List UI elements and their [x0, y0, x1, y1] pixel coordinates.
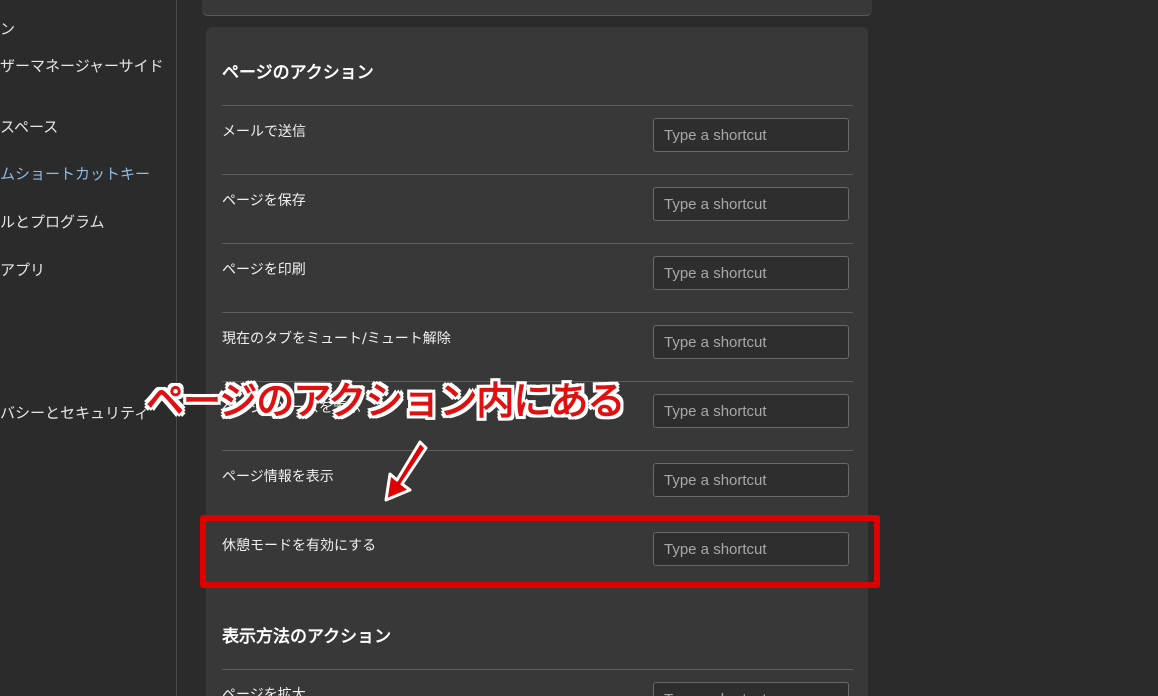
row-divider: [222, 450, 853, 451]
shortcut-input-view-source[interactable]: [653, 394, 849, 428]
shortcut-input-page-info[interactable]: [653, 463, 849, 497]
annotation-highlight-box: [200, 515, 880, 588]
sidebar-item-privacy-security[interactable]: バシーとセキュリティ: [0, 402, 149, 423]
annotation-arrow-icon: [384, 440, 428, 502]
page-actions-title: ページのアクション: [222, 63, 374, 83]
sidebar-item[interactable]: ン: [0, 18, 15, 39]
sidebar-item-spaces[interactable]: スペース: [0, 116, 58, 137]
sidebar: ン ザーマネージャーサイド スペース ムショートカットキー ルとプログラム アプ…: [0, 0, 176, 696]
row-divider: [222, 174, 853, 175]
sidebar-divider: [176, 0, 177, 696]
settings-window: ン ザーマネージャーサイド スペース ムショートカットキー ルとプログラム アプ…: [0, 0, 1158, 696]
sidebar-item-tools-programs[interactable]: ルとプログラム: [0, 211, 105, 232]
previous-section-card: [202, 0, 872, 16]
shortcut-input-mute-tab[interactable]: [653, 325, 849, 359]
row-divider: [222, 105, 853, 106]
view-actions-title: 表示方法のアクション: [222, 627, 392, 647]
row-label-print-page: ページを印刷: [222, 262, 306, 278]
row-label-zoom-in: ページを拡大: [222, 687, 306, 696]
annotation-callout: ページのアクション内にある: [146, 379, 625, 423]
shortcut-input-save-page[interactable]: [653, 187, 849, 221]
row-divider: [222, 312, 853, 313]
row-label-page-info: ページ情報を表示: [222, 469, 334, 485]
row-label-mute-tab: 現在のタブをミュート/ミュート解除: [222, 331, 451, 347]
sidebar-item-custom-shortcuts[interactable]: ムショートカットキー: [0, 163, 150, 184]
sidebar-item-apps[interactable]: アプリ: [0, 259, 45, 280]
shortcut-input-send-email[interactable]: [653, 118, 849, 152]
shortcut-input-zoom-in[interactable]: [653, 682, 849, 696]
row-label-save-page: ページを保存: [222, 193, 306, 209]
shortcut-input-print-page[interactable]: [653, 256, 849, 290]
row-label-send-email: メールで送信: [222, 124, 306, 140]
row-divider: [222, 243, 853, 244]
sidebar-item-user-manager-side[interactable]: ザーマネージャーサイド: [0, 55, 164, 76]
row-divider: [222, 669, 853, 670]
